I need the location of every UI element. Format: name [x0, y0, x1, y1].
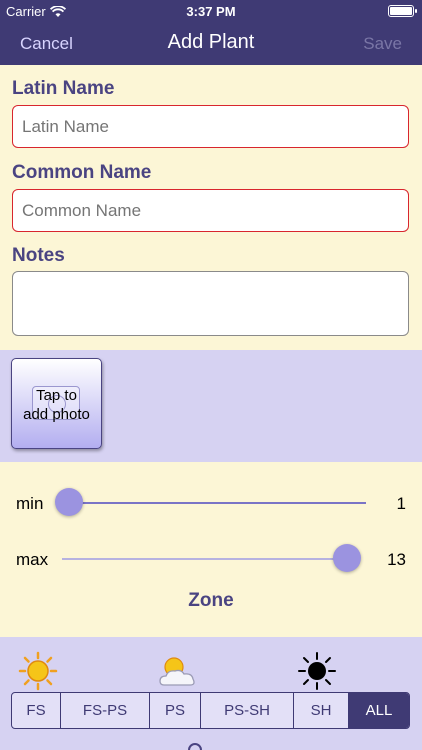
max-label: max — [16, 550, 49, 569]
status-bar: Carrier 3:37 PM — [0, 0, 422, 22]
full-sun-icon — [18, 651, 58, 691]
battery-icon — [388, 5, 417, 17]
save-button[interactable]: Save — [363, 34, 402, 54]
page-title: Add Plant — [167, 31, 255, 53]
clock: 3:37 PM — [186, 4, 236, 19]
partial-icon — [188, 743, 202, 750]
segment-sh[interactable]: SH — [294, 693, 349, 728]
common-name-input[interactable] — [12, 189, 409, 232]
min-value: 1 — [396, 494, 406, 513]
segment-all[interactable]: ALL — [349, 693, 409, 728]
segment-ps[interactable]: PS — [150, 693, 201, 728]
max-slider-thumb[interactable] — [333, 544, 361, 572]
zone-title: Zone — [188, 590, 234, 611]
common-name-label: Common Name — [12, 162, 152, 183]
add-photo-label: Tap to add photo — [23, 387, 90, 423]
notes-field[interactable] — [12, 271, 409, 336]
max-value: 13 — [387, 550, 406, 569]
latin-name-input[interactable] — [12, 105, 409, 148]
latin-name-label: Latin Name — [12, 78, 115, 99]
min-label: min — [16, 494, 44, 513]
segment-ps-sh[interactable]: PS-SH — [201, 693, 294, 728]
notes-label: Notes — [12, 245, 65, 266]
top-bar: Carrier 3:37 PM Cancel Add Plant Save — [0, 0, 422, 65]
sun-segmented-control: FS FS-PS PS PS-SH SH ALL — [11, 692, 410, 729]
segment-fs-ps[interactable]: FS-PS — [61, 693, 150, 728]
add-photo-button[interactable]: Tap to add photo — [11, 358, 102, 449]
partly-cloudy-icon — [159, 657, 195, 686]
photo-section: Tap to add photo — [0, 350, 422, 462]
min-slider-thumb[interactable] — [55, 488, 83, 516]
nav-bar: Cancel Add Plant Save — [0, 22, 422, 65]
shade-sun-icon — [298, 652, 336, 690]
sun-section: FS FS-PS PS PS-SH SH ALL — [0, 637, 422, 750]
zone-section: min 1 max 13 Zone — [0, 462, 422, 637]
segment-fs[interactable]: FS — [12, 693, 61, 728]
max-slider-track[interactable] — [62, 558, 342, 560]
min-slider-track[interactable] — [62, 502, 366, 504]
form-section: Latin Name Common Name Notes — [0, 65, 422, 350]
